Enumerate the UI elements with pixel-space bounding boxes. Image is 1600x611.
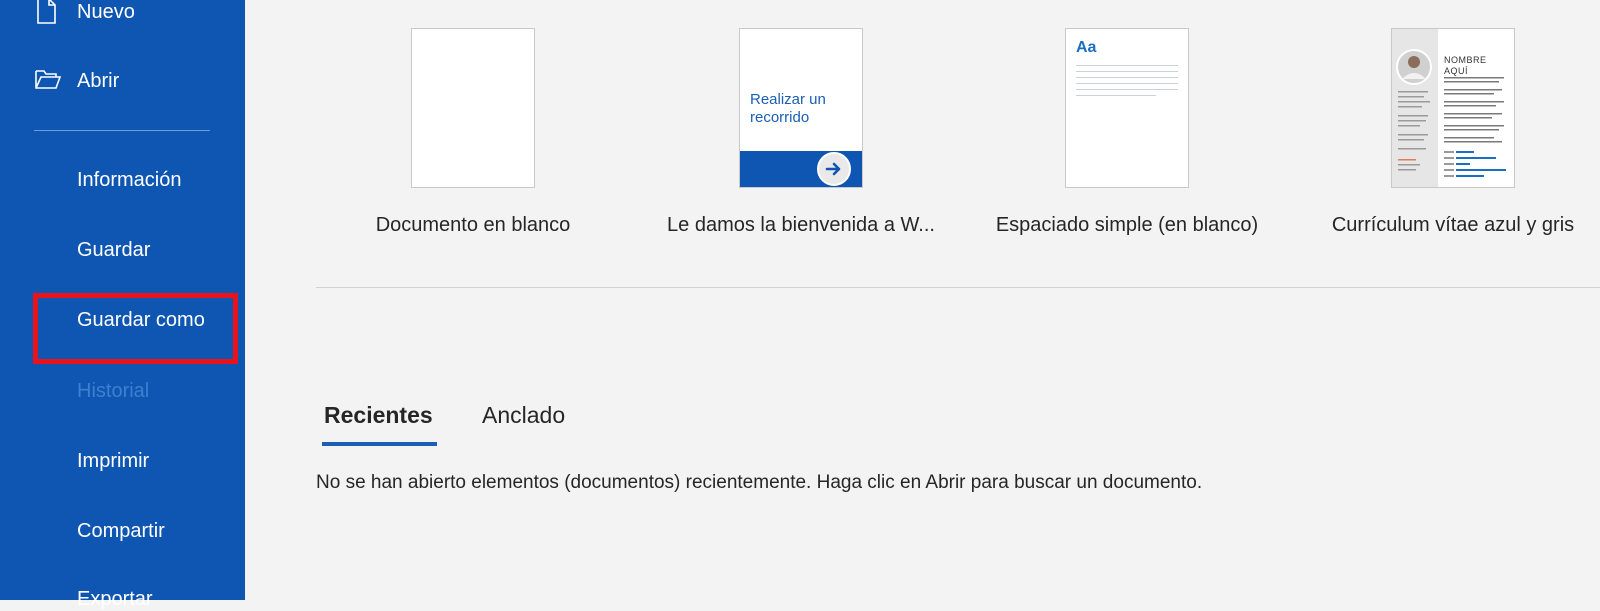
new-document-icon [34,0,58,29]
sidebar-item-guardar-como[interactable]: Guardar como [77,309,205,332]
template-label-blank[interactable]: Documento en blanco [313,214,633,237]
open-folder-icon [34,68,62,95]
backstage-sidebar: Nuevo Abrir Información Guardar Guardar … [0,0,245,610]
sidebar-item-abrir[interactable]: Abrir [77,70,119,93]
resume-preview [1392,29,1506,187]
template-label-single-spaced[interactable]: Espaciado simple (en blanco) [967,214,1287,237]
template-label-welcome[interactable]: Le damos la bienvenida a W... [641,214,961,237]
sidebar-item-nuevo[interactable]: Nuevo [77,1,135,24]
recent-empty-message: No se han abierto elementos (documentos)… [316,472,1203,493]
active-tab-underline [322,442,437,446]
sidebar-item-guardar[interactable]: Guardar [77,239,150,262]
section-divider [316,287,1600,288]
template-thumbnail-resume[interactable]: NOMBRE AQUÍ [1391,28,1515,188]
tab-recientes[interactable]: Recientes [324,402,433,429]
tour-text: Realizar un recorrido [750,91,826,126]
template-label-resume[interactable]: Currículum vítae azul y gris [1293,214,1600,237]
sidebar-divider [34,130,210,131]
aa-sample-text: Aa [1076,39,1097,56]
template-thumbnail-blank[interactable] [411,28,535,188]
template-thumbnail-welcome[interactable]: Realizar un recorrido [739,28,863,188]
arrow-right-icon [817,152,851,186]
sidebar-item-imprimir[interactable]: Imprimir [77,450,149,473]
sidebar-item-historial: Historial [77,380,150,402]
template-thumbnail-single-spaced[interactable]: Aa [1065,28,1189,188]
sidebar-item-informacion[interactable]: Información [77,169,182,192]
tab-anclado[interactable]: Anclado [482,402,565,429]
resume-name-text: NOMBRE AQUÍ [1444,55,1487,76]
sidebar-item-compartir[interactable]: Compartir [77,520,165,543]
